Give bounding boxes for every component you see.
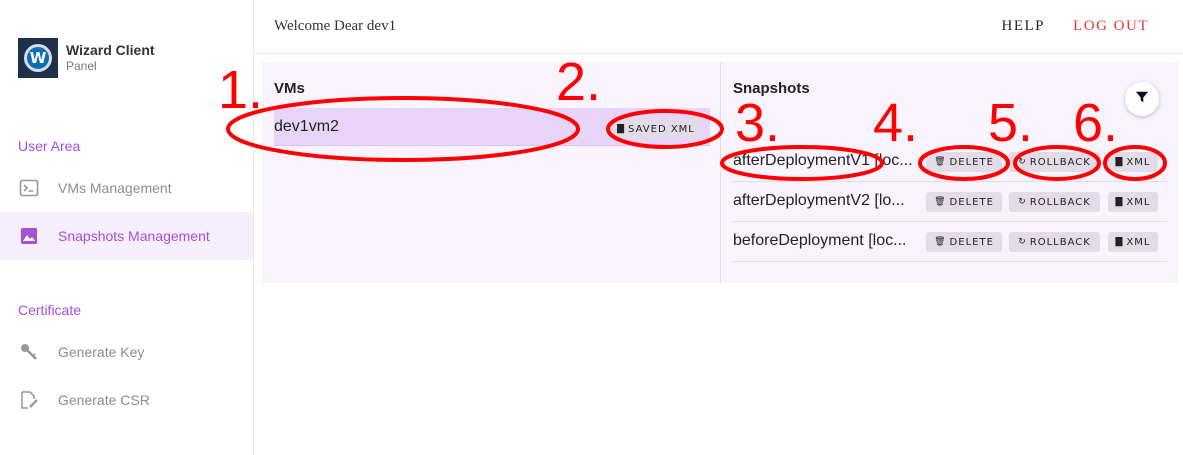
section-user-area: User Area <box>18 138 81 154</box>
sidebar-item-label: Generate Key <box>58 344 145 360</box>
rollback-label: ROLLBACK <box>1029 236 1091 248</box>
file-icon: ▇ <box>1115 197 1124 207</box>
file-icon: ▇ <box>1115 157 1124 167</box>
logo-mark: W <box>24 44 52 72</box>
edit-document-icon <box>18 389 40 411</box>
logout-link[interactable]: LOG OUT <box>1073 18 1149 35</box>
terminal-icon <box>18 177 40 199</box>
brand-subtitle: Panel <box>66 59 97 74</box>
xml-label: XML <box>1126 196 1151 208</box>
sidebar-item-generate-csr[interactable]: Generate CSR <box>0 376 253 424</box>
top-header: Welcome Dear dev1 HELP LOG OUT <box>254 0 1183 54</box>
snapshots-panel: VMs dev1vm2 ▇ SAVED XML Snapshots afterD… <box>262 62 1178 283</box>
panel-divider <box>720 62 721 283</box>
rollback-button[interactable]: ↻ ROLLBACK <box>1009 232 1100 252</box>
snapshot-name: afterDeploymentV1 [loc... <box>733 152 913 169</box>
snapshot-name: beforeDeployment [loc... <box>733 232 907 249</box>
vms-title: VMs <box>274 80 305 97</box>
rollback-button[interactable]: ↻ ROLLBACK <box>1009 192 1100 212</box>
key-icon <box>18 341 40 363</box>
xml-label: XML <box>1126 156 1151 168</box>
sidebar-item-label: VMs Management <box>58 180 172 196</box>
help-link[interactable]: HELP <box>1002 18 1046 35</box>
sidebar-item-label: Snapshots Management <box>58 228 210 244</box>
image-icon <box>18 225 40 247</box>
trash-icon: 🗑 <box>934 197 947 207</box>
snapshot-name: afterDeploymentV2 [lo... <box>733 192 905 209</box>
refresh-icon: ↻ <box>1018 197 1027 207</box>
welcome-text: Welcome Dear dev1 <box>274 18 397 34</box>
xml-button[interactable]: ▇ XML <box>1108 192 1158 212</box>
xml-label: XML <box>1126 236 1151 248</box>
saved-xml-label: SAVED XML <box>628 123 695 135</box>
delete-button[interactable]: 🗑 DELETE <box>926 192 1002 212</box>
vm-name: dev1vm2 <box>274 117 339 135</box>
delete-label: DELETE <box>949 236 994 248</box>
xml-button[interactable]: ▇ XML <box>1108 232 1158 252</box>
brand[interactable]: W Wizard Client Panel <box>18 38 155 78</box>
sidebar-item-generate-key[interactable]: Generate Key <box>0 328 253 376</box>
rollback-button[interactable]: ↻ ROLLBACK <box>1009 152 1100 172</box>
refresh-icon: ↻ <box>1018 157 1027 167</box>
filter-button[interactable] <box>1125 82 1159 116</box>
sidebar: W Wizard Client Panel User Area VMs Mana… <box>0 0 254 455</box>
rollback-label: ROLLBACK <box>1029 156 1091 168</box>
xml-button[interactable]: ▇ XML <box>1108 152 1158 172</box>
file-icon: ▇ <box>1115 237 1124 247</box>
refresh-icon: ↻ <box>1018 237 1027 247</box>
sidebar-item-vms-management[interactable]: VMs Management <box>0 164 253 212</box>
delete-label: DELETE <box>949 156 994 168</box>
trash-icon: 🗑 <box>934 157 947 167</box>
saved-xml-button[interactable]: ▇ SAVED XML <box>612 119 700 139</box>
logo: W <box>18 38 58 78</box>
delete-label: DELETE <box>949 196 994 208</box>
rollback-label: ROLLBACK <box>1029 196 1091 208</box>
brand-name: Wizard Client <box>66 41 155 58</box>
filter-icon <box>1135 90 1149 109</box>
snapshots-title: Snapshots <box>733 80 810 97</box>
sidebar-item-label: Generate CSR <box>58 392 150 408</box>
delete-button[interactable]: 🗑 DELETE <box>926 152 1002 172</box>
sidebar-item-snapshots-management[interactable]: Snapshots Management <box>0 212 253 260</box>
trash-icon: 🗑 <box>934 237 947 247</box>
file-icon: ▇ <box>617 124 626 134</box>
section-certificate: Certificate <box>18 302 82 318</box>
delete-button[interactable]: 🗑 DELETE <box>926 232 1002 252</box>
